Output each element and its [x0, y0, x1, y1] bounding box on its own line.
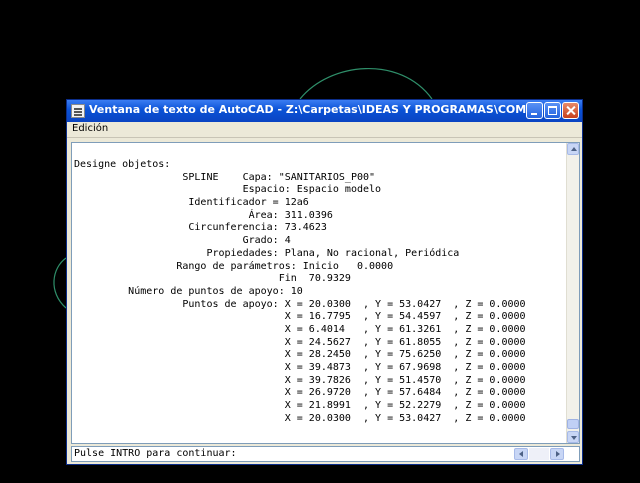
menu-bar: Edición: [67, 122, 582, 138]
text-line: X = 28.2450 , Y = 75.6250 , Z = 0.0000: [74, 349, 526, 361]
text-line: SPLINE Capa: "SANITARIOS_P00": [74, 171, 376, 183]
text-line: Grado: 4: [74, 235, 291, 247]
text-line: X = 26.9720 , Y = 57.6484 , Z = 0.0000: [74, 387, 526, 399]
text-line: Identificador = 12a6: [74, 197, 309, 209]
horizontal-scroll-track[interactable]: [529, 448, 549, 460]
scroll-down-button[interactable]: [567, 431, 579, 443]
text-line: X = 39.7826 , Y = 51.4570 , Z = 0.0000: [74, 374, 526, 386]
text-history-area[interactable]: Designe objetos: SPLINE Capa: "SANITARIO…: [71, 142, 580, 444]
command-line[interactable]: Pulse INTRO para continuar:: [71, 446, 580, 462]
scroll-left-button[interactable]: [514, 448, 528, 460]
text-line: Área: 311.0396: [74, 209, 333, 221]
text-line: X = 39.4873 , Y = 67.9698 , Z = 0.0000: [74, 362, 526, 373]
scroll-up-button[interactable]: [567, 143, 579, 155]
command-prompt: Pulse INTRO para continuar:: [74, 448, 237, 459]
text-line: Número de puntos de apoyo: 10: [74, 285, 303, 297]
text-line: X = 24.5627 , Y = 61.8055 , Z = 0.0000: [74, 336, 526, 348]
autocad-text-window: Ventana de texto de AutoCAD - Z:\Carpeta…: [66, 99, 583, 465]
text-line: Circunferencia: 73.4623: [74, 222, 327, 234]
text-line: Rango de parámetros: Inicio 0.0000: [74, 260, 394, 272]
text-line: Puntos de apoyo: X = 20.0300 , Y = 53.04…: [74, 298, 526, 310]
text-line: X = 6.4014 , Y = 61.3261 , Z = 0.0000: [74, 323, 526, 335]
close-button[interactable]: [562, 102, 579, 119]
autocad-text-window-icon[interactable]: [71, 104, 85, 118]
text-line: Propiedades: Plana, No racional, Periódi…: [74, 247, 460, 259]
minimize-button[interactable]: [526, 102, 543, 119]
menu-edicion[interactable]: Edición: [72, 123, 108, 134]
text-line: Espacio: Espacio modelo: [74, 184, 382, 196]
vertical-scrollbar[interactable]: [566, 143, 579, 443]
scroll-right-button[interactable]: [550, 448, 564, 460]
maximize-button[interactable]: [544, 102, 561, 119]
text-line: X = 21.8991 , Y = 52.2279 , Z = 0.0000: [74, 400, 526, 412]
text-history: Designe objetos: SPLINE Capa: "SANITARIO…: [74, 159, 526, 425]
text-line: X = 16.7795 , Y = 54.4597 , Z = 0.0000: [74, 311, 526, 323]
title-bar[interactable]: Ventana de texto de AutoCAD - Z:\Carpeta…: [67, 100, 582, 122]
window-title: Ventana de texto de AutoCAD - Z:\Carpeta…: [89, 103, 529, 116]
text-line: Designe objetos:: [74, 159, 171, 170]
text-line: X = 20.0300 , Y = 53.0427 , Z = 0.0000: [74, 412, 526, 424]
scroll-thumb[interactable]: [567, 419, 579, 429]
text-line: Fin 70.9329: [74, 273, 351, 285]
